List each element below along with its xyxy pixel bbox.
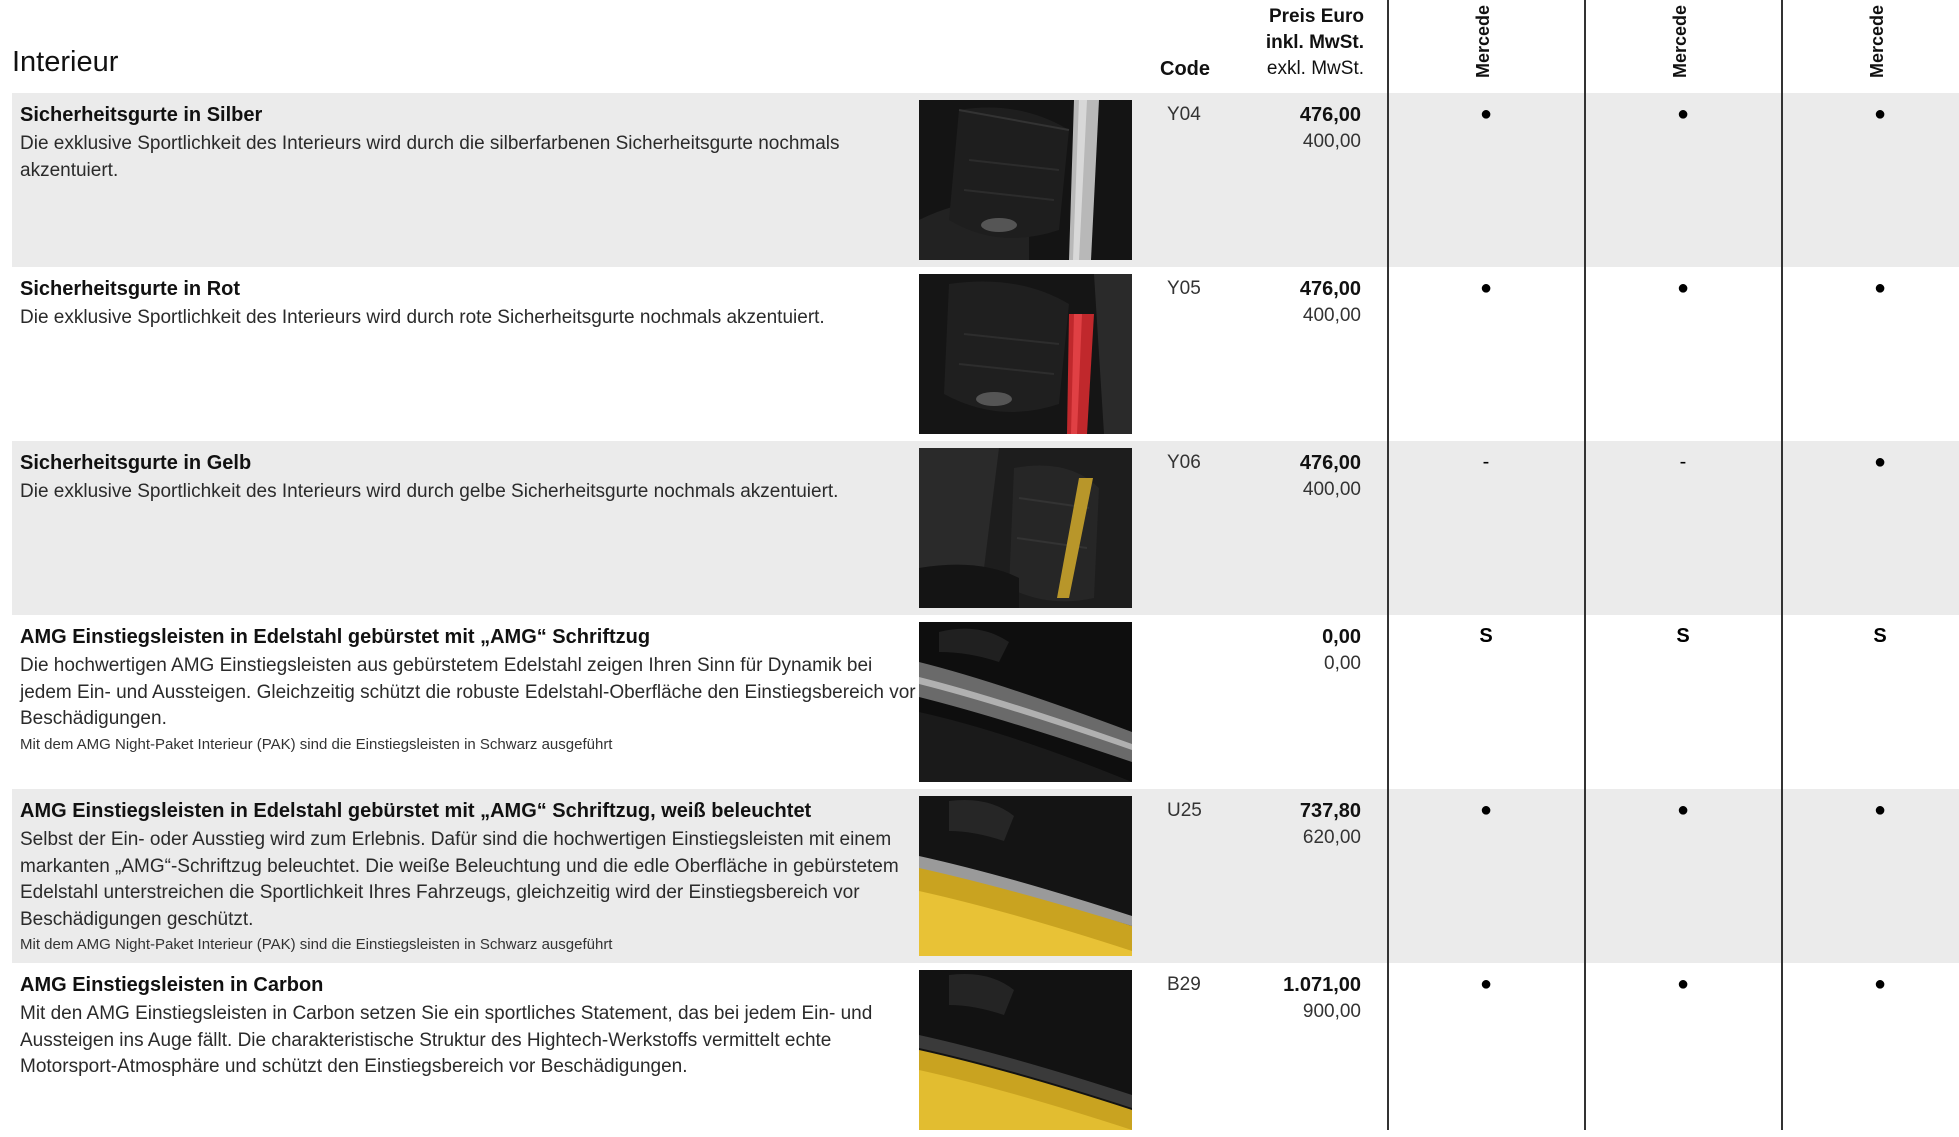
availability-model-3: S <box>1873 625 1887 647</box>
price-header-line3: exkl. MwSt. <box>1266 58 1364 79</box>
availability-model-3: ● <box>1873 451 1887 473</box>
availability-model-2: ● <box>1676 973 1690 995</box>
price-excl-vat: 900,00 <box>1302 1001 1361 1022</box>
price-header-line1: Preis Euro <box>1268 6 1364 27</box>
option-name: AMG Einstiegsleisten in Edelstahl gebürs… <box>20 800 812 822</box>
option-code: U25 <box>1167 800 1202 821</box>
option-description: Die hochwertigen AMG Einstiegsleisten au… <box>20 653 920 756</box>
availability-model-1: S <box>1479 625 1493 647</box>
option-row-y05: Sicherheitsgurte in Rot Die exklusive Sp… <box>12 267 1959 441</box>
availability-model-2: - <box>1679 451 1687 473</box>
availability-model-1: ● <box>1479 103 1493 125</box>
option-row-sill-standard: AMG Einstiegsleisten in Edelstahl gebürs… <box>12 615 1959 789</box>
price-excl-vat: 400,00 <box>1302 131 1361 152</box>
model-header-1: Mercede <box>1455 0 1515 80</box>
availability-model-1: ● <box>1479 799 1493 821</box>
model-header-2: Mercede <box>1652 0 1712 80</box>
option-row-b29: AMG Einstiegsleisten in Carbon Mit den A… <box>12 963 1959 1137</box>
availability-model-2: ● <box>1676 799 1690 821</box>
option-code: Y05 <box>1167 278 1201 299</box>
option-name: AMG Einstiegsleisten in Edelstahl gebürs… <box>20 626 651 648</box>
section-title: Interieur <box>12 46 119 78</box>
price-excl-vat: 0,00 <box>1324 653 1361 674</box>
price-incl-vat: 476,00 <box>1299 278 1361 300</box>
option-description: Die exklusive Sportlichkeit des Interieu… <box>20 479 920 506</box>
availability-model-3: ● <box>1873 973 1887 995</box>
option-name: Sicherheitsgurte in Gelb <box>20 452 252 474</box>
price-excl-vat: 400,00 <box>1302 479 1361 500</box>
model-header-3-label: Mercede <box>1867 4 1887 78</box>
option-code: B29 <box>1167 974 1201 995</box>
option-image-illuminated-sill <box>919 796 1132 956</box>
option-desc-text: Die exklusive Sportlichkeit des Interieu… <box>20 481 839 502</box>
availability-model-1: ● <box>1479 277 1493 299</box>
availability-model-2: S <box>1676 625 1690 647</box>
option-name: Sicherheitsgurte in Silber <box>20 104 263 126</box>
option-code: Y04 <box>1167 104 1201 125</box>
availability-model-3: ● <box>1873 103 1887 125</box>
price-incl-vat: 0,00 <box>1322 626 1361 648</box>
option-image-silver-belt <box>919 100 1132 260</box>
price-excl-vat: 620,00 <box>1302 827 1361 848</box>
column-divider-2 <box>1584 0 1586 1130</box>
column-divider-3 <box>1781 0 1783 1130</box>
option-image-yellow-belt <box>919 448 1132 608</box>
option-row-u25: AMG Einstiegsleisten in Edelstahl gebürs… <box>12 789 1959 963</box>
option-row-y04: Sicherheitsgurte in Silber Die exklusive… <box>12 93 1959 267</box>
availability-model-3: ● <box>1873 277 1887 299</box>
option-desc-text: Mit den AMG Einstiegsleisten in Carbon s… <box>20 1003 873 1077</box>
price-excl-vat: 400,00 <box>1302 305 1361 326</box>
option-name: Sicherheitsgurte in Rot <box>20 278 241 300</box>
option-name: AMG Einstiegsleisten in Carbon <box>20 974 324 996</box>
availability-model-2: ● <box>1676 277 1690 299</box>
option-image-red-belt <box>919 274 1132 434</box>
price-incl-vat: 737,80 <box>1299 800 1361 822</box>
model-header-3: Mercede <box>1849 0 1909 80</box>
availability-model-1: - <box>1482 451 1490 473</box>
option-desc-text: Die hochwertigen AMG Einstiegsleisten au… <box>20 655 916 729</box>
option-desc-text: Selbst der Ein- oder Ausstieg wird zum E… <box>20 829 899 930</box>
availability-model-2: ● <box>1676 103 1690 125</box>
option-description: Die exklusive Sportlichkeit des Interieu… <box>20 131 920 184</box>
model-header-2-label: Mercede <box>1670 4 1690 78</box>
option-image-carbon-sill <box>919 970 1132 1130</box>
option-footnote: Mit dem AMG Night-Paket Interieur (PAK) … <box>20 735 613 753</box>
option-desc-text: Die exklusive Sportlichkeit des Interieu… <box>20 307 825 328</box>
price-incl-vat: 476,00 <box>1299 452 1361 474</box>
option-description: Mit den AMG Einstiegsleisten in Carbon s… <box>20 1001 920 1081</box>
option-code: Y06 <box>1167 452 1201 473</box>
option-image-steel-sill <box>919 622 1132 782</box>
price-incl-vat: 1.071,00 <box>1283 974 1361 996</box>
price-incl-vat: 476,00 <box>1299 104 1361 126</box>
option-footnote: Mit dem AMG Night-Paket Interieur (PAK) … <box>20 936 613 953</box>
option-desc-text: Die exklusive Sportlichkeit des Interieu… <box>20 133 840 181</box>
price-header-line2: inkl. MwSt. <box>1265 32 1364 53</box>
availability-model-3: ● <box>1873 799 1887 821</box>
model-header-1-label: Mercede <box>1473 4 1493 78</box>
column-divider-1 <box>1387 0 1389 1130</box>
option-description: Selbst der Ein- oder Ausstieg wird zum E… <box>20 827 920 956</box>
option-row-y06: Sicherheitsgurte in Gelb Die exklusive S… <box>12 441 1959 615</box>
option-description: Die exklusive Sportlichkeit des Interieu… <box>20 305 920 332</box>
availability-model-1: ● <box>1479 973 1493 995</box>
